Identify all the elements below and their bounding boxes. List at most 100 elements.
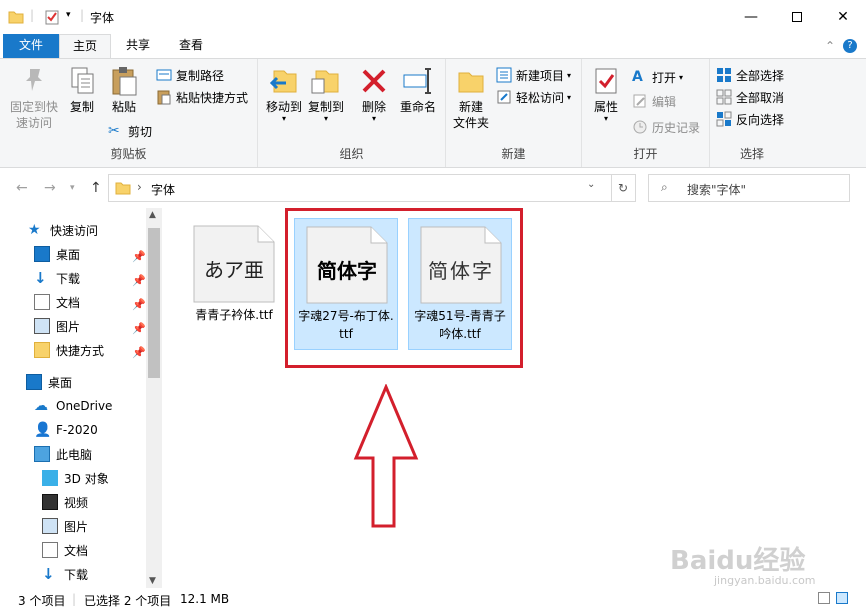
- folder-icon: [34, 342, 50, 358]
- properties-button[interactable]: 属性 ▾: [588, 65, 624, 123]
- rename-label: 重命名: [399, 100, 436, 114]
- nav-item-label: 3D 对象: [64, 471, 109, 486]
- minimize-button[interactable]: —: [728, 0, 774, 34]
- history-button[interactable]: 历史记录: [632, 117, 700, 137]
- select-all-button[interactable]: 全部选择: [716, 65, 784, 85]
- invert-selection-label: 反向选择: [736, 112, 785, 127]
- properties-icon[interactable]: [44, 9, 60, 25]
- delete-button[interactable]: 删除 ▾: [356, 65, 392, 123]
- collapse-ribbon-icon[interactable]: ⌃: [820, 34, 840, 58]
- item-count: 3 个项目: [18, 594, 66, 608]
- rename-button[interactable]: 重命名: [396, 65, 440, 115]
- tab-file[interactable]: 文件: [3, 34, 59, 58]
- scissors-icon: ✂: [108, 123, 120, 139]
- open-dropdown-icon: ▾: [679, 72, 684, 82]
- copy-path-button[interactable]: 复制路径: [156, 65, 224, 85]
- large-icons-view-icon[interactable]: [836, 592, 848, 604]
- pin-icon: 📌: [132, 274, 146, 287]
- clipboard-group: 固定到快 速访问 复制 粘贴 复制路径 粘贴快捷方式 ✂ 剪切 剪贴板: [0, 59, 258, 167]
- content-scrollbar: [846, 208, 866, 588]
- address-bar[interactable]: › 字体 ⌄ ↻: [108, 174, 636, 202]
- ribbon-tabs: 文件 主页 共享 查看 ⌃ ?: [0, 34, 866, 59]
- open-group: 属性 ▾ A 打开 ▾ 编辑 历史记录 打开: [582, 59, 710, 167]
- properties-label: 属性: [593, 100, 618, 114]
- copy-path-label: 复制路径: [176, 68, 225, 83]
- search-input[interactable]: 搜索"字体": [687, 181, 746, 198]
- selected-count: 已选择 2 个项目: [84, 594, 172, 608]
- new-item-button[interactable]: 新建项目 ▾: [496, 65, 571, 85]
- new-group: 新建 文件夹 新建项目 ▾ 轻松访问 ▾ 新建: [446, 59, 582, 167]
- copy-label: 复制: [69, 100, 94, 114]
- download-icon: ↓: [34, 269, 47, 287]
- pictures-icon: [34, 318, 50, 334]
- help-icon[interactable]: ?: [840, 34, 860, 58]
- new-folder-button[interactable]: 新建 文件夹: [448, 65, 494, 131]
- customize-qat-icon[interactable]: ▾: [66, 10, 71, 20]
- nav-item-label: 下载: [56, 271, 81, 286]
- new-item-dropdown-icon: ▾: [567, 70, 572, 80]
- nav-scrollbar-thumb[interactable]: [148, 228, 160, 378]
- recent-locations-icon[interactable]: ▾: [70, 183, 75, 193]
- refresh-icon[interactable]: ↻: [611, 175, 628, 201]
- select-none-button[interactable]: 全部取消: [716, 87, 784, 107]
- video-icon: [42, 494, 58, 510]
- organize-group: 移动到 ▾ 复制到 ▾ 删除 ▾ 重命名 组织: [258, 59, 446, 167]
- maximize-button[interactable]: [774, 0, 820, 34]
- easy-access-button[interactable]: 轻松访问 ▾: [496, 87, 571, 107]
- close-button[interactable]: ✕: [820, 0, 866, 34]
- pin-quick-access-button[interactable]: 固定到快 速访问: [6, 65, 62, 131]
- file-item[interactable]: あア亜 青青子衿体.ttf: [182, 218, 286, 350]
- forward-icon[interactable]: →: [44, 180, 56, 196]
- scroll-down-icon[interactable]: ▼: [149, 576, 156, 586]
- edit-button[interactable]: 编辑: [632, 91, 676, 111]
- invert-selection-button[interactable]: 反向选择: [716, 109, 784, 129]
- status-bar: 3 个项目 | 已选择 2 个项目 12.1 MB: [0, 588, 866, 612]
- nav-this-pc-label: 此电脑: [56, 447, 93, 462]
- select-none-icon: [716, 89, 732, 105]
- paste-shortcut-icon: [157, 90, 171, 105]
- file-name: 青青子衿体.ttf: [195, 308, 273, 322]
- document-icon: [42, 542, 58, 558]
- scroll-up-icon[interactable]: ▲: [149, 210, 156, 220]
- document-icon: [34, 294, 50, 310]
- search-box[interactable]: ⌕ 搜索"字体": [648, 174, 850, 202]
- move-to-button[interactable]: 移动到 ▾: [264, 65, 304, 123]
- select-group: 全部选择 全部取消 反向选择 选择: [710, 59, 794, 167]
- copy-button[interactable]: 复制: [64, 65, 100, 115]
- watermark-logo: Baidu经验: [670, 546, 806, 576]
- history-icon: [633, 120, 647, 134]
- cut-button[interactable]: ✂ 剪切: [108, 121, 152, 141]
- breadcrumb-separator-icon: ›: [137, 180, 142, 194]
- open-group-label: 打开: [633, 147, 658, 161]
- new-group-label: 新建: [501, 147, 526, 161]
- address-dropdown-icon[interactable]: ⌄: [587, 179, 595, 190]
- copy-icon: [71, 67, 94, 94]
- nav-item-label: 图片: [56, 319, 81, 334]
- tab-home[interactable]: 主页: [59, 34, 111, 59]
- new-item-label: 新建项目: [516, 68, 565, 83]
- watermark-url: jingyan.baidu.com: [714, 574, 816, 587]
- nav-item-label: 文档: [64, 543, 89, 558]
- paste-button[interactable]: 粘贴: [104, 65, 144, 115]
- pin-label-1: 固定到快: [9, 100, 58, 114]
- nav-item-label: 视频: [64, 495, 89, 510]
- open-button[interactable]: A 打开 ▾: [632, 67, 683, 87]
- easy-access-icon: [497, 90, 511, 104]
- breadcrumb-current[interactable]: 字体: [151, 181, 175, 198]
- tab-view[interactable]: 查看: [165, 34, 217, 58]
- new-folder-icon: [458, 72, 484, 93]
- copy-to-button[interactable]: 复制到 ▾: [306, 65, 346, 123]
- copy-to-label: 复制到: [307, 100, 344, 114]
- nav-item-label: 文档: [56, 295, 81, 310]
- up-icon[interactable]: ↑: [90, 180, 102, 196]
- paste-shortcut-button[interactable]: 粘贴快捷方式: [156, 87, 248, 107]
- details-view-icon[interactable]: [818, 592, 830, 604]
- window-title: 字体: [90, 11, 115, 25]
- pin-label-2: 速访问: [15, 116, 52, 130]
- nav-onedrive-label: OneDrive: [56, 399, 113, 413]
- back-icon[interactable]: ←: [16, 180, 28, 196]
- copy-path-icon: [156, 69, 172, 81]
- cloud-icon: ☁: [34, 398, 48, 414]
- tab-share[interactable]: 共享: [113, 34, 163, 58]
- pin-icon: 📌: [132, 322, 146, 335]
